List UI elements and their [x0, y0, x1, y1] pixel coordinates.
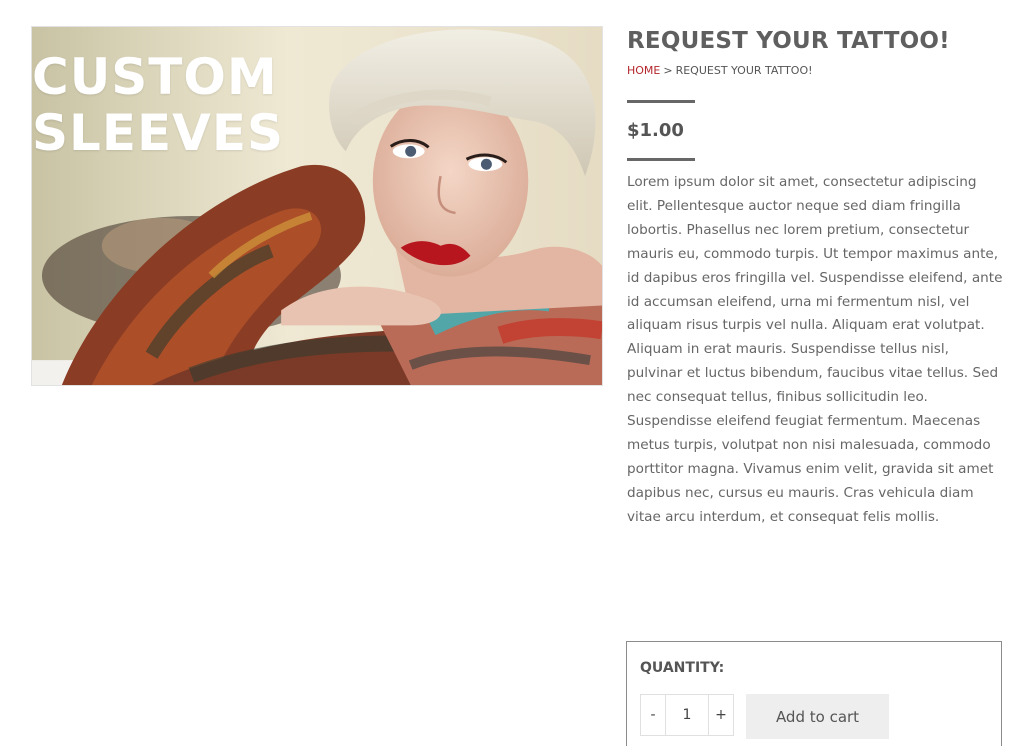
add-to-cart-form: QUANTITY: - + Add to cart	[626, 641, 1002, 746]
overlay-line-1: CUSTOM	[32, 48, 278, 106]
product-price: $1.00	[627, 120, 684, 141]
image-overlay-text: CUSTOM SLEEVES	[32, 49, 284, 161]
breadcrumb: HOME > REQUEST YOUR TATTOO!	[627, 64, 1005, 77]
product-image[interactable]: CUSTOM SLEEVES	[31, 26, 603, 386]
product-description: Lorem ipsum dolor sit amet, consectetur …	[627, 174, 1003, 525]
breadcrumb-home-link[interactable]: HOME	[627, 64, 660, 77]
breadcrumb-separator: >	[663, 64, 673, 77]
quantity-decrease-button[interactable]: -	[641, 695, 666, 735]
quantity-input[interactable]	[666, 695, 708, 735]
add-to-cart-button[interactable]: Add to cart	[746, 694, 889, 739]
divider	[627, 158, 695, 161]
product-summary: REQUEST YOUR TATTOO! HOME > REQUEST YOUR T…	[627, 26, 1005, 530]
quantity-label: QUANTITY:	[640, 660, 725, 676]
breadcrumb-current: REQUEST YOUR TATTOO!	[675, 64, 813, 77]
quantity-stepper: - +	[640, 694, 734, 736]
divider	[627, 100, 695, 103]
overlay-line-2: SLEEVES	[32, 104, 285, 162]
product-title: REQUEST YOUR TATTOO!	[627, 28, 950, 54]
product-page: CUSTOM SLEEVES REQUEST YOUR TATTOO! HOME…	[0, 0, 1024, 746]
quantity-increase-button[interactable]: +	[708, 695, 733, 735]
